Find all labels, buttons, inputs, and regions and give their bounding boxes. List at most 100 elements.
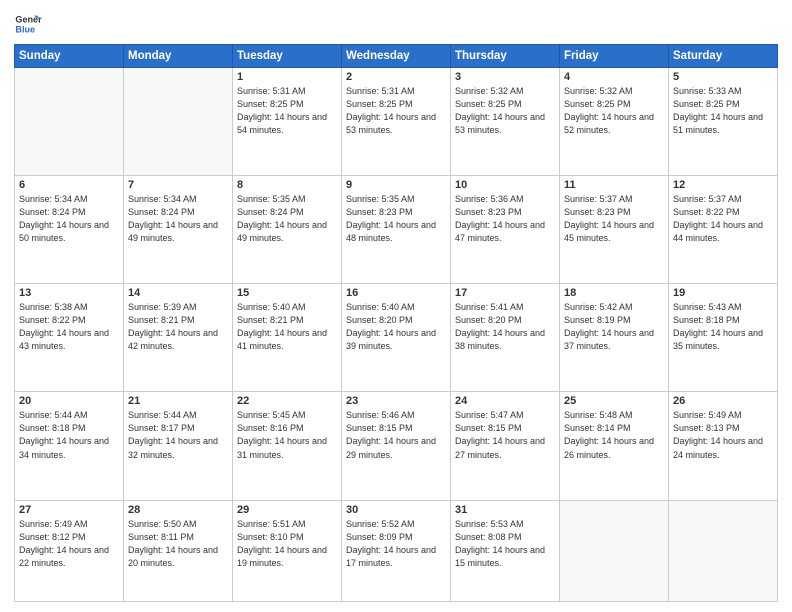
day-info: Sunrise: 5:50 AMSunset: 8:11 PMDaylight:… bbox=[128, 518, 228, 570]
day-cell: 19 Sunrise: 5:43 AMSunset: 8:18 PMDayligh… bbox=[669, 284, 778, 392]
day-info: Sunrise: 5:49 AMSunset: 8:13 PMDaylight:… bbox=[673, 409, 773, 461]
day-cell: 17 Sunrise: 5:41 AMSunset: 8:20 PMDayligh… bbox=[451, 284, 560, 392]
day-info: Sunrise: 5:34 AMSunset: 8:24 PMDaylight:… bbox=[128, 193, 228, 245]
day-cell: 20 Sunrise: 5:44 AMSunset: 8:18 PMDayligh… bbox=[15, 392, 124, 500]
day-number: 18 bbox=[564, 287, 664, 299]
weekday-tuesday: Tuesday bbox=[233, 45, 342, 68]
day-info: Sunrise: 5:32 AMSunset: 8:25 PMDaylight:… bbox=[455, 85, 555, 137]
day-info: Sunrise: 5:45 AMSunset: 8:16 PMDaylight:… bbox=[237, 409, 337, 461]
day-number: 20 bbox=[19, 395, 119, 407]
page: General Blue SundayMondayTuesdayWednesda… bbox=[0, 0, 792, 612]
day-cell: 31 Sunrise: 5:53 AMSunset: 8:08 PMDayligh… bbox=[451, 500, 560, 602]
day-info: Sunrise: 5:39 AMSunset: 8:21 PMDaylight:… bbox=[128, 301, 228, 353]
day-cell: 4 Sunrise: 5:32 AMSunset: 8:25 PMDaylight… bbox=[560, 68, 669, 176]
day-info: Sunrise: 5:48 AMSunset: 8:14 PMDaylight:… bbox=[564, 409, 664, 461]
week-row-3: 13Sunrise: 5:38 AMSunset: 8:22 PMDayligh… bbox=[15, 284, 778, 392]
day-info: Sunrise: 5:46 AMSunset: 8:15 PMDaylight:… bbox=[346, 409, 446, 461]
day-number: 21 bbox=[128, 395, 228, 407]
day-cell: 15 Sunrise: 5:40 AMSunset: 8:21 PMDayligh… bbox=[233, 284, 342, 392]
day-number: 16 bbox=[346, 287, 446, 299]
day-info: Sunrise: 5:34 AMSunset: 8:24 PMDaylight:… bbox=[19, 193, 119, 245]
week-row-2: 6 Sunrise: 5:34 AMSunset: 8:24 PMDaylight… bbox=[15, 176, 778, 284]
day-cell: 21 Sunrise: 5:44 AMSunset: 8:17 PMDayligh… bbox=[124, 392, 233, 500]
day-cell: 6 Sunrise: 5:34 AMSunset: 8:24 PMDaylight… bbox=[15, 176, 124, 284]
day-cell: 5Sunrise: 5:33 AMSunset: 8:25 PMDaylight… bbox=[669, 68, 778, 176]
svg-text:Blue: Blue bbox=[15, 24, 35, 34]
day-info: Sunrise: 5:44 AMSunset: 8:18 PMDaylight:… bbox=[19, 409, 119, 461]
day-info: Sunrise: 5:32 AMSunset: 8:25 PMDaylight:… bbox=[564, 85, 664, 137]
day-cell: 30Sunrise: 5:52 AMSunset: 8:09 PMDayligh… bbox=[342, 500, 451, 602]
calendar-table: SundayMondayTuesdayWednesdayThursdayFrid… bbox=[14, 44, 778, 602]
day-number: 23 bbox=[346, 395, 446, 407]
weekday-wednesday: Wednesday bbox=[342, 45, 451, 68]
day-info: Sunrise: 5:42 AMSunset: 8:19 PMDaylight:… bbox=[564, 301, 664, 353]
day-number: 31 bbox=[455, 504, 555, 516]
day-cell: 27Sunrise: 5:49 AMSunset: 8:12 PMDayligh… bbox=[15, 500, 124, 602]
day-number: 26 bbox=[673, 395, 773, 407]
day-number: 12 bbox=[673, 179, 773, 191]
day-cell: 23 Sunrise: 5:46 AMSunset: 8:15 PMDayligh… bbox=[342, 392, 451, 500]
day-cell bbox=[560, 500, 669, 602]
day-info: Sunrise: 5:35 AMSunset: 8:23 PMDaylight:… bbox=[346, 193, 446, 245]
day-number: 28 bbox=[128, 504, 228, 516]
day-cell: 1 Sunrise: 5:31 AMSunset: 8:25 PMDaylight… bbox=[233, 68, 342, 176]
day-number: 22 bbox=[237, 395, 337, 407]
day-number: 1 bbox=[237, 71, 337, 83]
weekday-sunday: Sunday bbox=[15, 45, 124, 68]
day-info: Sunrise: 5:37 AMSunset: 8:23 PMDaylight:… bbox=[564, 193, 664, 245]
weekday-friday: Friday bbox=[560, 45, 669, 68]
day-cell bbox=[15, 68, 124, 176]
week-row-1: 1 Sunrise: 5:31 AMSunset: 8:25 PMDaylight… bbox=[15, 68, 778, 176]
day-cell bbox=[669, 500, 778, 602]
day-number: 4 bbox=[564, 71, 664, 83]
day-number: 2 bbox=[346, 71, 446, 83]
day-cell: 3Sunrise: 5:32 AMSunset: 8:25 PMDaylight… bbox=[451, 68, 560, 176]
day-info: Sunrise: 5:36 AMSunset: 8:23 PMDaylight:… bbox=[455, 193, 555, 245]
day-number: 15 bbox=[237, 287, 337, 299]
day-cell: 16 Sunrise: 5:40 AMSunset: 8:20 PMDayligh… bbox=[342, 284, 451, 392]
day-cell: 18 Sunrise: 5:42 AMSunset: 8:19 PMDayligh… bbox=[560, 284, 669, 392]
day-number: 9 bbox=[346, 179, 446, 191]
day-number: 8 bbox=[237, 179, 337, 191]
day-info: Sunrise: 5:53 AMSunset: 8:08 PMDaylight:… bbox=[455, 518, 555, 570]
day-info: Sunrise: 5:43 AMSunset: 8:18 PMDaylight:… bbox=[673, 301, 773, 353]
day-number: 25 bbox=[564, 395, 664, 407]
day-cell: 25 Sunrise: 5:48 AMSunset: 8:14 PMDayligh… bbox=[560, 392, 669, 500]
day-info: Sunrise: 5:31 AMSunset: 8:25 PMDaylight:… bbox=[237, 85, 337, 137]
day-number: 29 bbox=[237, 504, 337, 516]
logo: General Blue bbox=[14, 10, 42, 38]
day-number: 30 bbox=[346, 504, 446, 516]
day-cell: 26 Sunrise: 5:49 AMSunset: 8:13 PMDayligh… bbox=[669, 392, 778, 500]
weekday-saturday: Saturday bbox=[669, 45, 778, 68]
day-info: Sunrise: 5:38 AMSunset: 8:22 PMDaylight:… bbox=[19, 301, 119, 353]
day-info: Sunrise: 5:40 AMSunset: 8:20 PMDaylight:… bbox=[346, 301, 446, 353]
day-number: 19 bbox=[673, 287, 773, 299]
day-cell: 9 Sunrise: 5:35 AMSunset: 8:23 PMDaylight… bbox=[342, 176, 451, 284]
weekday-monday: Monday bbox=[124, 45, 233, 68]
day-cell: 7Sunrise: 5:34 AMSunset: 8:24 PMDaylight… bbox=[124, 176, 233, 284]
day-number: 17 bbox=[455, 287, 555, 299]
weekday-header-row: SundayMondayTuesdayWednesdayThursdayFrid… bbox=[15, 45, 778, 68]
week-row-5: 27Sunrise: 5:49 AMSunset: 8:12 PMDayligh… bbox=[15, 500, 778, 602]
day-cell bbox=[124, 68, 233, 176]
day-cell: 2 Sunrise: 5:31 AMSunset: 8:25 PMDaylight… bbox=[342, 68, 451, 176]
svg-text:General: General bbox=[15, 15, 42, 25]
day-cell: 28 Sunrise: 5:50 AMSunset: 8:11 PMDayligh… bbox=[124, 500, 233, 602]
day-number: 10 bbox=[455, 179, 555, 191]
day-info: Sunrise: 5:31 AMSunset: 8:25 PMDaylight:… bbox=[346, 85, 446, 137]
logo-icon: General Blue bbox=[14, 10, 42, 38]
day-number: 11 bbox=[564, 179, 664, 191]
day-number: 6 bbox=[19, 179, 119, 191]
day-number: 14 bbox=[128, 287, 228, 299]
header: General Blue bbox=[14, 10, 778, 38]
day-info: Sunrise: 5:35 AMSunset: 8:24 PMDaylight:… bbox=[237, 193, 337, 245]
day-info: Sunrise: 5:49 AMSunset: 8:12 PMDaylight:… bbox=[19, 518, 119, 570]
day-info: Sunrise: 5:33 AMSunset: 8:25 PMDaylight:… bbox=[673, 85, 773, 137]
day-cell: 13Sunrise: 5:38 AMSunset: 8:22 PMDayligh… bbox=[15, 284, 124, 392]
day-cell: 10 Sunrise: 5:36 AMSunset: 8:23 PMDayligh… bbox=[451, 176, 560, 284]
day-info: Sunrise: 5:41 AMSunset: 8:20 PMDaylight:… bbox=[455, 301, 555, 353]
day-cell: 22 Sunrise: 5:45 AMSunset: 8:16 PMDayligh… bbox=[233, 392, 342, 500]
day-info: Sunrise: 5:40 AMSunset: 8:21 PMDaylight:… bbox=[237, 301, 337, 353]
day-info: Sunrise: 5:37 AMSunset: 8:22 PMDaylight:… bbox=[673, 193, 773, 245]
day-info: Sunrise: 5:44 AMSunset: 8:17 PMDaylight:… bbox=[128, 409, 228, 461]
